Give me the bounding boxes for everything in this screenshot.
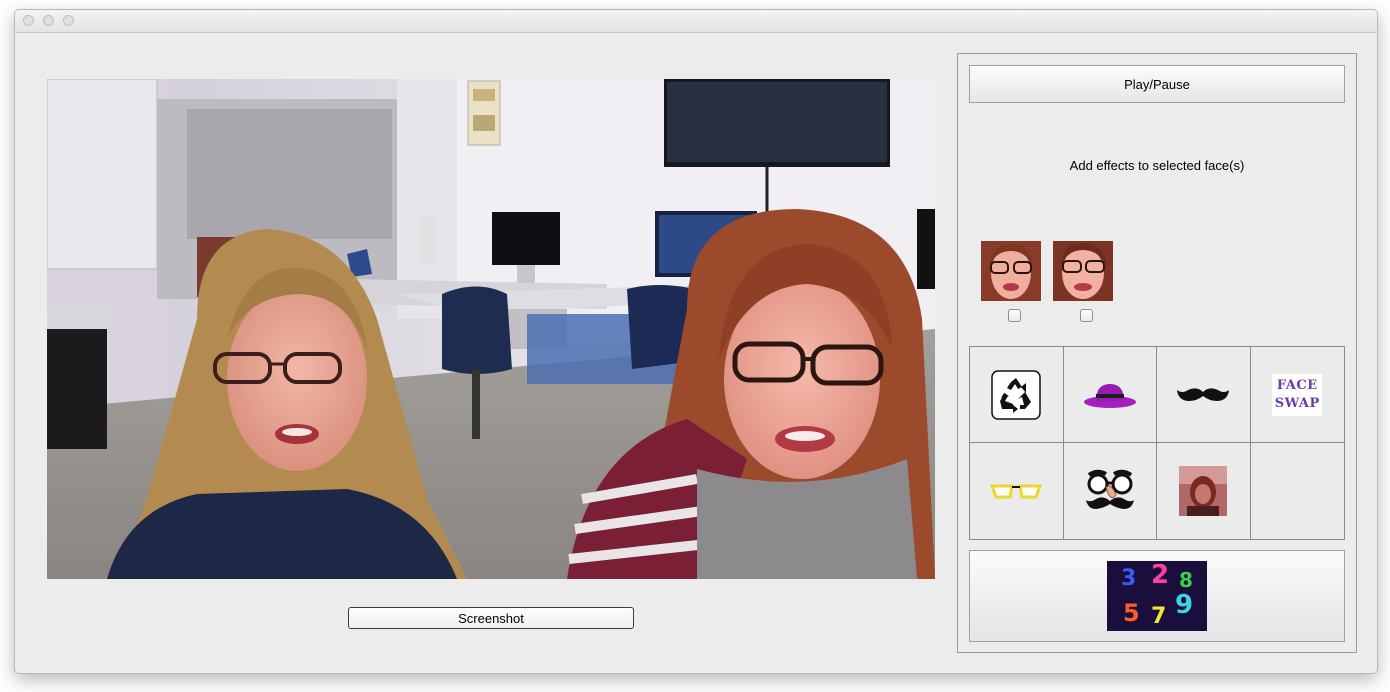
- face-swap-icon: FACE SWAP: [1272, 373, 1323, 416]
- webcam-frame: [47, 79, 935, 579]
- effects-panel: Play/Pause Add effects to selected face(…: [957, 53, 1357, 653]
- numbers-glyph-5: 7: [1151, 604, 1166, 629]
- face-thumbnail-1[interactable]: [981, 241, 1041, 301]
- empty-effect-slot[interactable]: [1250, 443, 1344, 539]
- face-1-checkbox[interactable]: [1008, 309, 1021, 322]
- recycle-effect-button[interactable]: [970, 347, 1064, 443]
- play-pause-button[interactable]: Play/Pause: [969, 65, 1345, 103]
- hat-effect-button[interactable]: [1063, 347, 1157, 443]
- effects-grid: FACE SWAP: [969, 346, 1345, 540]
- numbers-glyph-3: 8: [1179, 568, 1193, 592]
- minimize-icon[interactable]: [43, 15, 54, 26]
- numbers-game-icon: 3 2 8 5 7 9: [1107, 561, 1207, 631]
- numbers-game-button[interactable]: 3 2 8 5 7 9: [969, 550, 1345, 642]
- face-2-checkbox[interactable]: [1080, 309, 1093, 322]
- photo-thumbnail-icon: [1179, 466, 1228, 516]
- video-feed: [47, 79, 935, 579]
- screenshot-button[interactable]: Screenshot: [348, 607, 634, 629]
- photo-effect-button[interactable]: [1157, 443, 1251, 539]
- face-swap-effect-button[interactable]: FACE SWAP: [1250, 347, 1344, 443]
- effects-label: Add effects to selected face(s): [1069, 158, 1245, 173]
- title-bar: [15, 10, 1377, 33]
- mustache-effect-button[interactable]: [1157, 347, 1251, 443]
- face-thumbnail-2[interactable]: [1053, 241, 1113, 301]
- glasses-effect-button[interactable]: [970, 443, 1064, 539]
- mustache-icon: [1177, 387, 1230, 401]
- face-swap-word-2: SWAP: [1274, 395, 1320, 411]
- numbers-glyph-4: 5: [1123, 599, 1140, 627]
- numbers-glyph-6: 9: [1175, 590, 1193, 620]
- glasses-icon: [990, 484, 1043, 499]
- groucho-glasses-icon: [1085, 469, 1134, 509]
- recycle-icon: [991, 369, 1041, 420]
- hat-icon: [1083, 383, 1136, 408]
- numbers-glyph-2: 2: [1151, 561, 1169, 590]
- app-window: Screenshot Play/Pause Add effects to sel…: [14, 9, 1378, 674]
- close-icon[interactable]: [23, 15, 34, 26]
- zoom-icon[interactable]: [63, 15, 74, 26]
- face-swap-word-1: FACE: [1276, 377, 1318, 393]
- groucho-glasses-effect-button[interactable]: [1063, 443, 1157, 539]
- numbers-glyph-1: 3: [1121, 566, 1136, 591]
